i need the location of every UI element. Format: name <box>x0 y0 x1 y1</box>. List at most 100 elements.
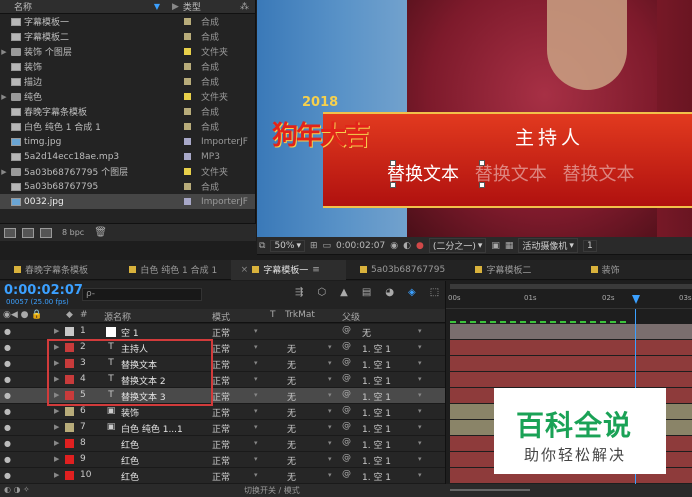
pickwhip-icon[interactable]: @ <box>342 389 351 399</box>
chevron-down-icon[interactable]: ▾ <box>418 407 422 415</box>
bbox-handle-icon[interactable] <box>479 160 485 166</box>
project-item[interactable]: ▶ 装饰 个图层 文件夹 <box>0 44 255 59</box>
chevron-down-icon[interactable]: ▾ <box>328 423 332 431</box>
project-item[interactable]: 春晚字幕条模板 合成 <box>0 104 255 119</box>
expand-arrow-icon[interactable]: ▶ <box>54 455 59 463</box>
layer-duration-bar[interactable] <box>450 324 692 339</box>
menu-icon[interactable]: ≡ <box>312 265 320 275</box>
subtitle-text-2[interactable]: 替换文本 <box>475 164 547 185</box>
layer-label-swatch[interactable] <box>65 471 74 480</box>
bbox-handle-icon[interactable] <box>390 182 396 188</box>
layer-duration-bar[interactable] <box>450 372 692 387</box>
pickwhip-icon[interactable]: @ <box>342 341 351 351</box>
grid-icon[interactable]: ⊞ <box>310 241 318 251</box>
layer-name[interactable]: 红色 <box>121 438 139 451</box>
eye-icon[interactable]: ● <box>4 359 11 368</box>
parent-link[interactable]: 1. 空 1 <box>362 406 391 419</box>
blend-mode[interactable]: 正常 <box>212 406 230 419</box>
chevron-down-icon[interactable]: ▾ <box>418 327 422 335</box>
blend-mode[interactable]: 正常 <box>212 390 230 403</box>
pickwhip-icon[interactable]: @ <box>342 453 351 463</box>
parent-link[interactable]: 1. 空 1 <box>362 358 391 371</box>
parent-link[interactable]: 1. 空 1 <box>362 438 391 451</box>
subtitle-text-1[interactable]: 替换文本 <box>387 164 459 185</box>
chevron-down-icon[interactable]: ▾ <box>254 375 258 383</box>
zoom-select[interactable]: 50% ▾ <box>270 239 305 252</box>
tab-5[interactable]: 装饰 <box>577 260 692 280</box>
pickwhip-icon[interactable]: @ <box>342 325 351 335</box>
resolution-select[interactable]: (二分之一) ▾ <box>428 238 487 253</box>
chevron-down-icon[interactable]: ▾ <box>328 343 332 351</box>
tab-3[interactable]: 5a03b68767795 <box>346 260 461 280</box>
pickwhip-icon[interactable]: @ <box>342 357 351 367</box>
chevron-down-icon[interactable]: ▾ <box>418 391 422 399</box>
always-preview-icon[interactable]: ⧉ <box>259 241 265 251</box>
parent-link[interactable]: 1. 空 1 <box>362 470 391 483</box>
mask-icon[interactable]: ▭ <box>323 241 332 251</box>
col-name[interactable]: 名称 <box>14 0 32 13</box>
expand-arrow-icon[interactable]: ▶ <box>54 407 59 415</box>
motion-blur-icon[interactable]: ◕ <box>385 287 394 298</box>
pickwhip-icon[interactable]: @ <box>342 421 351 431</box>
chevron-down-icon[interactable]: ▾ <box>418 471 422 479</box>
trkmat[interactable]: 无 <box>287 438 296 451</box>
camera-select[interactable]: 活动摄像机 ▾ <box>518 238 578 253</box>
label-swatch[interactable] <box>184 78 191 85</box>
eye-icon[interactable]: ● <box>4 391 11 400</box>
show-snapshot-icon[interactable]: ◐ <box>403 241 411 251</box>
trkmat[interactable]: 无 <box>287 454 296 467</box>
chevron-down-icon[interactable]: ▾ <box>254 343 258 351</box>
chevron-down-icon[interactable]: ▾ <box>254 423 258 431</box>
eye-icon[interactable]: ● <box>4 375 11 384</box>
layer-duration-bar[interactable] <box>450 340 692 355</box>
chevron-down-icon[interactable]: ▾ <box>328 439 332 447</box>
chevron-down-icon[interactable]: ▾ <box>254 391 258 399</box>
layer-label-swatch[interactable] <box>65 327 74 336</box>
eye-icon[interactable]: ● <box>4 439 11 448</box>
parent-link[interactable]: 1. 空 1 <box>362 390 391 403</box>
chevron-down-icon[interactable]: ▾ <box>328 375 332 383</box>
region-icon[interactable]: ▣ <box>491 241 500 251</box>
chevron-down-icon[interactable]: ▾ <box>418 343 422 351</box>
graph-editor-icon[interactable]: ◈ <box>408 287 416 298</box>
parent-link[interactable]: 1. 空 1 <box>362 454 391 467</box>
channels-icon[interactable]: ● <box>416 241 424 251</box>
new-comp-icon[interactable] <box>40 227 52 238</box>
layer-label-swatch[interactable] <box>65 407 74 416</box>
timecode-display[interactable]: 0:00:02:07 <box>336 241 385 251</box>
bbox-handle-icon[interactable] <box>390 160 396 166</box>
eye-icon[interactable]: ● <box>4 343 11 352</box>
comp-flowchart-icon[interactable]: ⇶ <box>295 287 303 298</box>
av-switches-icon[interactable]: ◉◀ ● 🔒 <box>3 310 43 320</box>
parent-link[interactable]: 1. 空 1 <box>362 422 391 435</box>
label-swatch[interactable] <box>184 153 191 160</box>
snapshot-icon[interactable]: ◉ <box>390 241 398 251</box>
layer-row[interactable]: ● ▶ 9 红色 正常 ▾ 无 ▾ @1. 空 1 ▾ <box>0 452 445 468</box>
interpret-footage-icon[interactable] <box>4 227 16 238</box>
trkmat[interactable]: 无 <box>287 390 296 403</box>
layer-name[interactable]: 装饰 <box>121 406 139 419</box>
chevron-down-icon[interactable]: ▾ <box>254 471 258 479</box>
label-swatch[interactable] <box>184 198 191 205</box>
label-swatch[interactable] <box>184 123 191 130</box>
blend-mode[interactable]: 正常 <box>212 438 230 451</box>
blend-mode[interactable]: 正常 <box>212 470 230 483</box>
eye-icon[interactable]: ● <box>4 423 11 432</box>
label-swatch[interactable] <box>184 18 191 25</box>
trkmat[interactable]: 无 <box>287 406 296 419</box>
trkmat[interactable]: 无 <box>287 358 296 371</box>
project-item[interactable]: 5a03b68767795 合成 <box>0 179 255 194</box>
project-item[interactable]: 字幕模板二 合成 <box>0 29 255 44</box>
pickwhip-icon[interactable]: @ <box>342 373 351 383</box>
toggle-switches-mode[interactable]: 切换开关 / 模式 <box>244 485 300 496</box>
eye-icon[interactable]: ● <box>4 455 11 464</box>
parent-link[interactable]: 1. 空 1 <box>362 342 391 355</box>
network-icon[interactable]: ⁂ <box>240 2 249 12</box>
solo-view-icon[interactable]: ⬚ <box>430 287 439 298</box>
close-icon[interactable]: × <box>241 265 249 275</box>
eye-icon[interactable]: ● <box>4 471 11 480</box>
host-title[interactable]: 主持人 <box>515 123 584 150</box>
eye-icon[interactable]: ● <box>4 327 11 336</box>
expand-arrow-icon[interactable]: ▶ <box>0 48 8 56</box>
chevron-down-icon[interactable]: ▾ <box>254 359 258 367</box>
